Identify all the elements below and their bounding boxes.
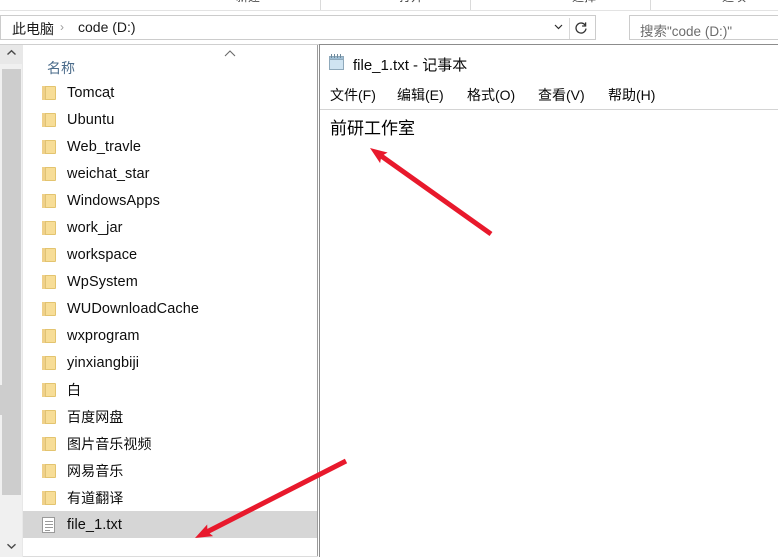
list-item-label: 白: [67, 381, 82, 398]
notepad-text-area[interactable]: 前研工作室: [320, 111, 778, 557]
list-item-label: wxprogram: [67, 327, 140, 344]
address-bar-divider: [569, 18, 570, 39]
folder-icon: [38, 327, 60, 345]
folder-icon: [38, 273, 60, 291]
list-item-label: workspace: [67, 246, 138, 263]
list-item-label: WUDownloadCache: [67, 300, 200, 317]
notepad-titlebar[interactable]: file_1.txt - 记事本: [320, 45, 778, 81]
address-bar[interactable]: 此电脑 › code (D:): [0, 15, 596, 40]
ribbon-divider: [320, 0, 321, 10]
list-item[interactable]: wxprogram: [23, 322, 318, 349]
column-header-name[interactable]: 名称: [47, 58, 75, 78]
list-item[interactable]: workspace: [23, 241, 318, 268]
menu-item-format[interactable]: 格式(O): [467, 85, 515, 105]
list-item[interactable]: work_jar: [23, 214, 318, 241]
ribbon-button-new[interactable]: 新建: [236, 0, 260, 5]
menu-item-help[interactable]: 帮助(H): [608, 85, 655, 105]
list-item-label: WindowsApps: [67, 192, 160, 209]
menu-item-edit[interactable]: 编辑(E): [397, 85, 444, 105]
navigation-bar: 此电脑 › code (D:) 搜索"code (D:)": [0, 11, 778, 45]
list-item-label: 图片音乐视频: [67, 435, 152, 452]
menu-item-view[interactable]: 查看(V): [538, 85, 585, 105]
folder-icon: [38, 192, 60, 210]
notepad-content[interactable]: 前研工作室: [330, 114, 415, 139]
search-input[interactable]: 搜索"code (D:)": [640, 20, 732, 40]
sort-ascending-icon[interactable]: [223, 49, 237, 61]
list-item[interactable]: Tomcat: [23, 79, 318, 106]
ribbon-button-options[interactable]: 选项: [722, 0, 746, 5]
ribbon-button-select[interactable]: 选择: [572, 0, 596, 5]
notepad-title: file_1.txt - 记事本: [353, 57, 468, 74]
explorer-notepad-divider: [317, 45, 318, 557]
notepad-window[interactable]: file_1.txt - 记事本 文件(F) 编辑(E) 格式(O) 查看(V)…: [319, 44, 778, 557]
list-item-label: 有道翻译: [67, 489, 124, 506]
folder-icon: [38, 111, 60, 129]
scrollbar-edge-marker: [0, 385, 3, 415]
folder-icon: [38, 489, 60, 507]
folder-icon: [38, 219, 60, 237]
list-item[interactable]: Web_travle: [23, 133, 318, 160]
list-item[interactable]: WpSystem: [23, 268, 318, 295]
scroll-up-icon[interactable]: [0, 45, 22, 64]
scrollbar-thumb[interactable]: [2, 69, 21, 495]
list-item[interactable]: file_1.txt: [23, 511, 318, 538]
folder-icon: [38, 300, 60, 318]
chevron-down-icon[interactable]: [550, 20, 567, 37]
ribbon-divider: [470, 0, 471, 10]
folder-icon: [38, 435, 60, 453]
search-box[interactable]: 搜索"code (D:)": [629, 15, 778, 40]
list-item-label: 网易音乐: [67, 462, 124, 479]
text-file-icon: [38, 516, 60, 534]
list-item[interactable]: yinxiangbiji: [23, 349, 318, 376]
notepad-menubar[interactable]: 文件(F) 编辑(E) 格式(O) 查看(V) 帮助(H): [320, 85, 778, 110]
list-item-label: Ubuntu: [67, 111, 115, 128]
list-item-label: 百度网盘: [67, 408, 124, 425]
explorer-vertical-scrollbar[interactable]: [0, 45, 23, 557]
list-item-label: WpSystem: [67, 273, 138, 290]
list-item[interactable]: 有道翻译: [23, 484, 318, 511]
list-item[interactable]: WUDownloadCache: [23, 295, 318, 322]
refresh-icon[interactable]: [572, 19, 590, 37]
folder-icon: [38, 381, 60, 399]
list-item[interactable]: WindowsApps: [23, 187, 318, 214]
folder-icon: [38, 408, 60, 426]
list-item[interactable]: 图片音乐视频: [23, 430, 318, 457]
list-item[interactable]: 百度网盘: [23, 403, 318, 430]
list-item-label: weichat_star: [67, 165, 150, 182]
folder-icon: [38, 84, 60, 102]
menu-item-file[interactable]: 文件(F): [330, 85, 376, 105]
folder-icon: [38, 165, 60, 183]
folder-icon: [38, 462, 60, 480]
folder-icon: [38, 246, 60, 264]
breadcrumb-separator-icon: ›: [60, 20, 64, 34]
folder-icon: [38, 138, 60, 156]
list-item-label: work_jar: [67, 219, 123, 236]
list-item[interactable]: 白: [23, 376, 318, 403]
list-item-label: yinxiangbiji: [67, 354, 140, 371]
breadcrumb-this-pc[interactable]: 此电脑: [12, 19, 54, 39]
list-item[interactable]: weichat_star: [23, 160, 318, 187]
ribbon-divider: [650, 0, 651, 10]
folder-icon: [38, 354, 60, 372]
ribbon-button-open[interactable]: 打开: [399, 0, 423, 5]
column-header-row: 名称: [23, 45, 318, 79]
list-item-label: Web_travle: [67, 138, 142, 155]
notepad-icon: [328, 54, 346, 71]
scroll-down-icon[interactable]: [0, 538, 22, 557]
list-item[interactable]: 网易音乐: [23, 457, 318, 484]
list-item-label: Tomcat: [67, 84, 115, 101]
list-item[interactable]: Ubuntu: [23, 106, 318, 133]
breadcrumb-code-drive[interactable]: code (D:): [78, 19, 136, 35]
file-list[interactable]: Tomcat Ubuntu Web_travle weichat_star Window…: [23, 79, 318, 557]
list-item-label: file_1.txt: [67, 516, 122, 533]
